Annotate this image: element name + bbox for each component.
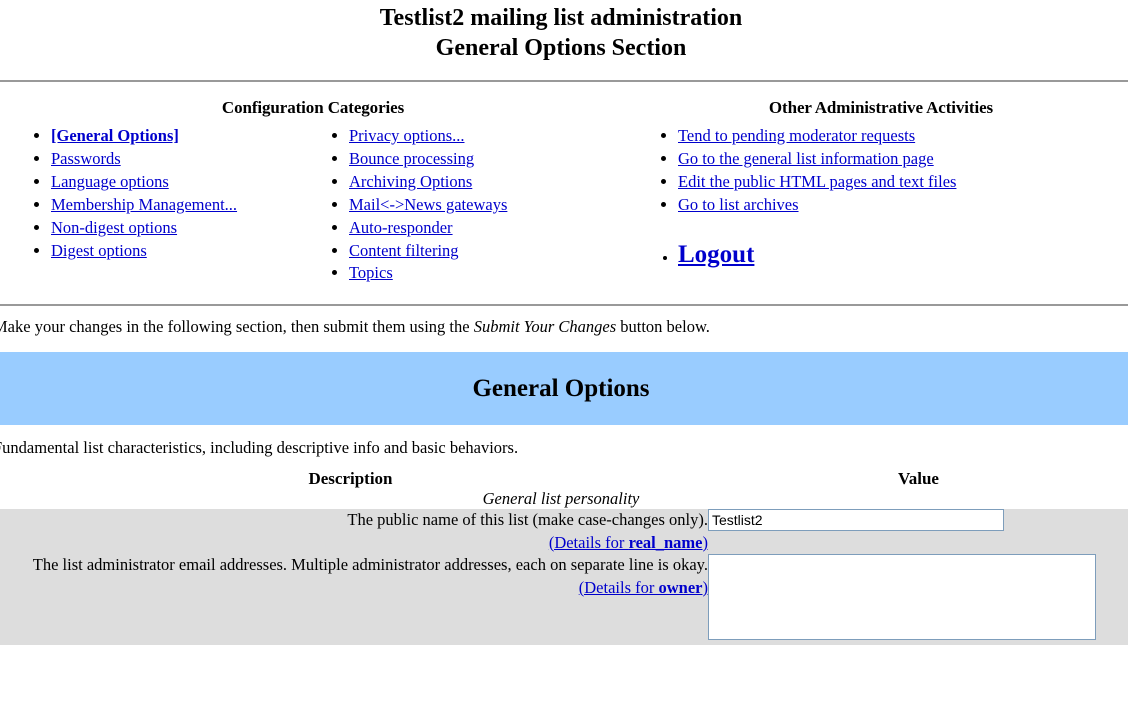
section-banner: General Options — [0, 352, 1128, 425]
nav-link-membership-management[interactable]: Membership Management... — [51, 195, 237, 214]
option-description-text-real-name: The public name of this list (make case-… — [347, 510, 708, 529]
nav-link-digest-options[interactable]: Digest options — [51, 241, 147, 260]
instructions-suffix: button below. — [616, 317, 710, 336]
nav-link-edit-public-html[interactable]: Edit the public HTML pages and text file… — [678, 172, 956, 191]
nav-item-list-information-page[interactable]: Go to the general list information page — [678, 148, 1128, 171]
configuration-categories-title: Configuration Categories — [0, 98, 633, 118]
nav-item-bounce-processing[interactable]: Bounce processing — [349, 148, 633, 171]
nav-link-passwords[interactable]: Passwords — [51, 149, 121, 168]
options-subheader: General list personality — [0, 489, 1128, 509]
nav-link-general-options[interactable]: [General Options] — [51, 126, 179, 145]
nav-link-archiving-options[interactable]: Archiving Options — [349, 172, 472, 191]
page-title-line1: Testlist2 mailing list administration — [380, 5, 742, 31]
column-header-description: Description — [0, 469, 708, 489]
nav-item-edit-public-html[interactable]: Edit the public HTML pages and text file… — [678, 171, 1128, 194]
admin-activities-list: Tend to pending moderator requests Go to… — [633, 125, 1128, 217]
admin-page: Testlist2 mailing list administration Ge… — [0, 3, 1128, 645]
nav-item-non-digest-options[interactable]: Non-digest options — [51, 217, 313, 240]
option-value-real-name — [708, 509, 1128, 554]
details-prefix-real-name: (Details for — [549, 533, 629, 552]
page-title: Testlist2 mailing list administration Ge… — [0, 3, 1128, 64]
nav-item-passwords[interactable]: Passwords — [51, 148, 313, 171]
nav-link-non-digest-options[interactable]: Non-digest options — [51, 218, 177, 237]
details-suffix-real-name: ) — [703, 533, 709, 552]
logout-link[interactable]: Logout — [678, 241, 754, 268]
nav-divider — [0, 304, 1128, 306]
submit-changes-emphasis: Submit Your Changes — [474, 317, 616, 336]
nav-item-content-filtering[interactable]: Content filtering — [349, 240, 633, 263]
table-row: The list administrator email addresses. … — [0, 554, 1128, 645]
nav-link-topics[interactable]: Topics — [349, 263, 393, 282]
details-link-owner[interactable]: (Details for owner) — [579, 578, 708, 597]
nav-link-language-options[interactable]: Language options — [51, 172, 169, 191]
nav-item-pending-moderator-requests[interactable]: Tend to pending moderator requests — [678, 125, 1128, 148]
column-header-value: Value — [708, 469, 1128, 489]
instructions-prefix: Make your changes in the following secti… — [0, 317, 474, 336]
details-option-name-owner: owner — [659, 578, 703, 597]
config-column-right: Privacy options... Bounce processing Arc… — [313, 125, 633, 285]
configuration-categories-block: Configuration Categories [General Option… — [0, 98, 633, 285]
other-admin-activities-block: Other Administrative Activities Tend to … — [633, 98, 1128, 269]
details-option-name-real-name: real_name — [629, 533, 703, 552]
config-list-left: [General Options] Passwords Language opt… — [0, 125, 313, 263]
nav-item-logout[interactable]: Logout — [678, 241, 1128, 269]
nav-link-bounce-processing[interactable]: Bounce processing — [349, 149, 474, 168]
nav-item-topics[interactable]: Topics — [349, 262, 633, 285]
options-table-header-row: Description Value — [0, 469, 1128, 489]
nav-item-archiving-options[interactable]: Archiving Options — [349, 171, 633, 194]
details-link-real-name[interactable]: (Details for real_name) — [549, 533, 708, 552]
navigation-area: Configuration Categories [General Option… — [0, 82, 1128, 285]
config-column-left: [General Options] Passwords Language opt… — [0, 125, 313, 263]
nav-item-digest-options[interactable]: Digest options — [51, 240, 313, 263]
options-subheader-row: General list personality — [0, 489, 1128, 509]
owner-textarea[interactable] — [708, 554, 1096, 640]
page-title-line2: General Options Section — [0, 33, 1128, 63]
option-description-text-owner: The list administrator email addresses. … — [33, 555, 708, 574]
nav-item-general-options[interactable]: [General Options] — [51, 125, 313, 148]
real-name-input[interactable] — [708, 509, 1004, 531]
options-table: Description Value General list personali… — [0, 469, 1128, 645]
option-description-real-name: The public name of this list (make case-… — [0, 509, 708, 554]
section-intro-text: Fundamental list characteristics, includ… — [0, 438, 1128, 458]
nav-item-mail-news-gateways[interactable]: Mail<->News gateways — [349, 194, 633, 217]
option-value-owner — [708, 554, 1128, 645]
nav-item-auto-responder[interactable]: Auto-responder — [349, 217, 633, 240]
nav-item-language-options[interactable]: Language options — [51, 171, 313, 194]
nav-link-pending-moderator-requests[interactable]: Tend to pending moderator requests — [678, 126, 915, 145]
instructions-text: Make your changes in the following secti… — [0, 317, 1128, 337]
logout-list: Logout — [633, 241, 1128, 269]
option-description-owner: The list administrator email addresses. … — [0, 554, 708, 645]
nav-link-mail-news-gateways[interactable]: Mail<->News gateways — [349, 195, 507, 214]
details-link-wrapper-real-name: (Details for real_name) — [0, 532, 708, 555]
config-list-right: Privacy options... Bounce processing Arc… — [313, 125, 633, 285]
nav-item-membership-management[interactable]: Membership Management... — [51, 194, 313, 217]
nav-item-privacy-options[interactable]: Privacy options... — [349, 125, 633, 148]
nav-link-list-information-page[interactable]: Go to the general list information page — [678, 149, 934, 168]
other-admin-activities-title: Other Administrative Activities — [633, 98, 1128, 118]
nav-link-privacy-options[interactable]: Privacy options... — [349, 126, 465, 145]
section-banner-title: General Options — [472, 375, 649, 403]
details-prefix-owner: (Details for — [579, 578, 659, 597]
nav-item-list-archives[interactable]: Go to list archives — [678, 194, 1128, 217]
nav-link-list-archives[interactable]: Go to list archives — [678, 195, 799, 214]
nav-link-auto-responder[interactable]: Auto-responder — [349, 218, 453, 237]
details-link-wrapper-owner: (Details for owner) — [0, 577, 708, 600]
nav-link-content-filtering[interactable]: Content filtering — [349, 241, 459, 260]
table-row: The public name of this list (make case-… — [0, 509, 1128, 554]
